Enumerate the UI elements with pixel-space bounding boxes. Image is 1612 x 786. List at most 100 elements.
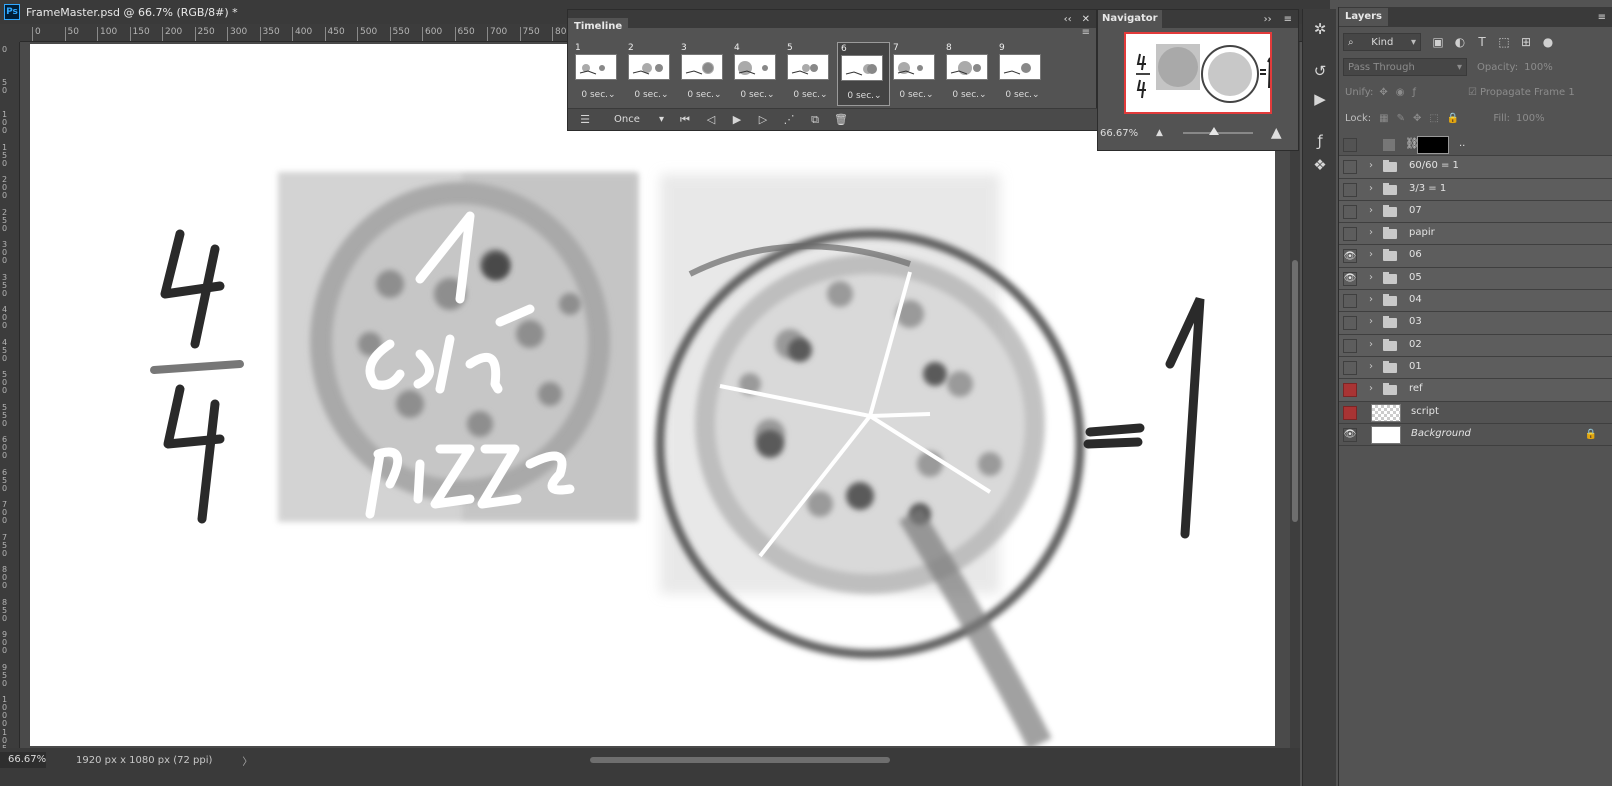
visibility-eye-icon[interactable] — [1343, 294, 1357, 309]
fill-value[interactable]: 100% — [1516, 113, 1545, 124]
navigator-zoom-value[interactable]: 66.67% — [1100, 128, 1156, 139]
duplicate-frame-icon[interactable]: ⧉ — [806, 113, 824, 127]
horizontal-scroll-thumb[interactable] — [590, 757, 890, 763]
chevron-right-icon[interactable]: › — [1369, 249, 1373, 260]
timeline-frame[interactable]: 9 0 sec.⌄ — [996, 42, 1049, 106]
layers-menu-icon[interactable]: ≡ — [1598, 12, 1606, 23]
layer-row[interactable]: › 3/3 = 1 — [1339, 178, 1612, 201]
filter-smart-object-icon[interactable]: ⊞ — [1515, 35, 1537, 49]
visibility-eye-icon[interactable] — [1343, 405, 1357, 420]
zoom-level-field[interactable]: 66.67% — [0, 752, 46, 768]
timeline-frame[interactable]: 4 0 sec.⌄ — [731, 42, 784, 106]
visibility-eye-icon[interactable] — [1343, 138, 1357, 152]
zoom-in-icon[interactable]: ▲ — [1271, 125, 1282, 141]
loop-options-select[interactable]: Once ▾ — [608, 111, 668, 128]
close-panel-icon[interactable]: ✕ — [1082, 14, 1090, 25]
filter-shape-icon[interactable]: ⬚ — [1493, 35, 1515, 49]
filter-toggle-icon[interactable]: ● — [1537, 35, 1559, 49]
chevron-right-icon[interactable]: › — [1369, 316, 1373, 327]
vertical-scroll-thumb[interactable] — [1292, 260, 1298, 522]
lock-pixels-icon[interactable]: ✎ — [1397, 113, 1405, 124]
visibility-eye-icon[interactable] — [1343, 338, 1357, 353]
chevron-right-icon[interactable]: › — [1369, 183, 1373, 194]
visibility-eye-icon[interactable] — [1343, 182, 1357, 197]
first-frame-icon[interactable]: ⏮ — [676, 113, 694, 127]
navigator-zoom-slider[interactable] — [1182, 127, 1253, 135]
libraries-icon[interactable]: ❖ — [1309, 155, 1331, 175]
timeline-frame[interactable]: 5 0 sec.⌄ — [784, 42, 837, 106]
visibility-eye-icon[interactable] — [1343, 316, 1357, 331]
blend-mode-select[interactable]: Pass Through ▾ — [1343, 58, 1467, 76]
unify-visibility-icon[interactable]: ◉ — [1396, 87, 1405, 98]
layer-row[interactable]: 👁 › 06 — [1339, 245, 1612, 268]
actions-icon[interactable]: ▶ — [1309, 89, 1331, 109]
lock-transparent-icon[interactable]: ▦ — [1379, 113, 1388, 124]
layer-row[interactable]: › 60/60 = 1 — [1339, 156, 1612, 179]
layer-filter-kind-select[interactable]: ⌕ Kind ▾ — [1343, 33, 1421, 51]
timeline-frame[interactable]: 2 0 sec.⌄ — [625, 42, 678, 106]
vertical-ruler[interactable]: 0 50 100 150 200 250 300 350 400 450 500 550 600 650 7… — [0, 42, 20, 748]
navigator-preview[interactable] — [1124, 32, 1272, 114]
layer-mask-thumbnail[interactable] — [1417, 136, 1449, 154]
layer-row[interactable]: 👁 › 05 — [1339, 267, 1612, 291]
lock-artboard-icon[interactable]: ⬚ — [1429, 113, 1438, 124]
collapse-panel-icon[interactable]: ‹‹ — [1064, 14, 1072, 25]
visibility-eye-icon[interactable] — [1343, 227, 1357, 242]
tween-icon[interactable]: ⋰ — [780, 113, 798, 126]
layer-row[interactable]: › 07 — [1339, 200, 1612, 224]
layer-row[interactable]: › 02 — [1339, 334, 1612, 357]
timeline-frame[interactable]: 1 0 sec.⌄ — [572, 42, 625, 106]
chevron-right-icon[interactable]: › — [1369, 339, 1373, 350]
chevron-right-icon[interactable]: › — [1369, 272, 1373, 283]
next-frame-icon[interactable]: ▷ — [754, 113, 772, 126]
delete-frame-icon[interactable]: 🗑 — [832, 113, 850, 126]
unify-style-icon[interactable]: ƒ — [1412, 87, 1416, 98]
visibility-eye-icon[interactable] — [1343, 383, 1357, 398]
layer-row[interactable]: script — [1339, 401, 1612, 424]
lock-position-icon[interactable]: ✥ — [1413, 113, 1421, 124]
layer-row[interactable]: 👁 Background 🔒 — [1339, 423, 1612, 447]
navigator-menu-icon[interactable]: ≡ — [1284, 14, 1292, 25]
lock-all-icon[interactable]: 🔒 — [1447, 113, 1459, 124]
timeline-frame[interactable]: 6 0 sec.⌄ — [837, 42, 890, 106]
tab-timeline[interactable]: Timeline — [568, 18, 629, 36]
previous-frame-icon[interactable]: ◁ — [702, 113, 720, 126]
layer-row[interactable]: › 01 — [1339, 356, 1612, 380]
layer-row[interactable]: ⛓.. — [1339, 134, 1612, 157]
chevron-right-icon[interactable]: › — [1369, 294, 1373, 305]
document-tab-title[interactable]: FrameMaster.psd @ 66.7% (RGB/8#) * — [26, 6, 238, 19]
history-icon[interactable]: ↺ — [1309, 61, 1331, 81]
visibility-eye-icon[interactable]: 👁 — [1343, 427, 1357, 442]
visibility-eye-icon[interactable] — [1343, 360, 1357, 375]
chevron-right-icon[interactable]: › — [1369, 383, 1373, 394]
zoom-out-icon[interactable]: ▲ — [1156, 128, 1163, 138]
visibility-eye-icon[interactable]: 👁 — [1343, 271, 1357, 286]
propagate-checkbox[interactable]: ☑ — [1468, 87, 1477, 98]
filter-pixel-icon[interactable]: ▣ — [1427, 35, 1449, 49]
frame-delay-select[interactable]: 0 sec.⌄ — [731, 90, 784, 100]
tab-layers[interactable]: Layers — [1339, 8, 1388, 26]
layer-row[interactable]: › papir — [1339, 223, 1612, 246]
timeline-frame[interactable]: 8 0 sec.⌄ — [943, 42, 996, 106]
visibility-eye-icon[interactable] — [1343, 204, 1357, 219]
tab-navigator[interactable]: Navigator — [1098, 10, 1162, 28]
timeline-menu-icon[interactable]: ≡ — [1082, 28, 1090, 40]
chevron-right-icon[interactable]: › — [1369, 227, 1373, 238]
frame-delay-select[interactable]: 0 sec.⌄ — [838, 91, 891, 101]
zoom-slider-thumb[interactable] — [1208, 127, 1219, 135]
frame-delay-select[interactable]: 0 sec.⌄ — [784, 90, 837, 100]
settings-icon[interactable]: ✲ — [1309, 19, 1331, 39]
chevron-right-icon[interactable]: › — [1369, 160, 1373, 171]
ruler-corner[interactable] — [0, 24, 20, 42]
document-canvas[interactable] — [30, 44, 1275, 746]
layer-row[interactable]: › 04 — [1339, 290, 1612, 313]
frame-delay-select[interactable]: 0 sec.⌄ — [890, 90, 943, 100]
lock-icon[interactable]: 🔒 — [1585, 429, 1597, 440]
convert-timeline-icon[interactable]: ☰ — [576, 113, 594, 126]
filter-adjustment-icon[interactable]: ◐ — [1449, 35, 1471, 49]
visibility-eye-icon[interactable] — [1343, 160, 1357, 175]
unify-position-icon[interactable]: ✥ — [1379, 87, 1387, 98]
frame-delay-select[interactable]: 0 sec.⌄ — [943, 90, 996, 100]
horizontal-scrollbar[interactable] — [250, 754, 1280, 766]
frame-delay-select[interactable]: 0 sec.⌄ — [996, 90, 1049, 100]
